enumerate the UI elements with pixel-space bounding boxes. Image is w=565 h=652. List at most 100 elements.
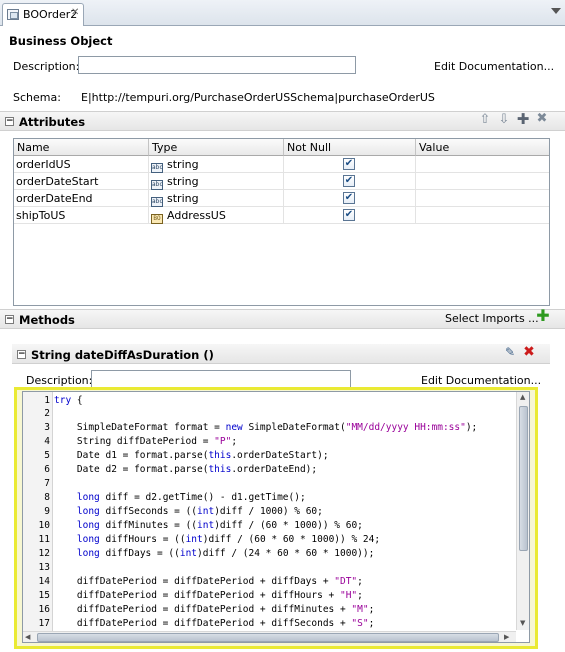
line-number: 7	[44, 478, 50, 489]
horizontal-scroll-thumb[interactable]	[37, 633, 499, 642]
attribute-name[interactable]: orderIdUS	[14, 156, 149, 172]
attribute-value[interactable]	[416, 190, 549, 206]
table-row[interactable]: orderDateStart abc string ✔	[14, 173, 549, 190]
scroll-down-arrow-icon[interactable]: ▼	[520, 619, 525, 627]
attribute-value[interactable]	[416, 173, 549, 189]
tab-title: BOOrder2	[23, 8, 78, 21]
line-number: 16	[38, 604, 50, 615]
attribute-name[interactable]: orderDateEnd	[14, 190, 149, 206]
attribute-type[interactable]: abc string	[149, 190, 284, 207]
methods-title: Methods	[19, 313, 75, 327]
line-number: 10	[38, 520, 50, 531]
code-line[interactable]: long diffDays = ((int)diff / (24 * 60 * …	[54, 547, 374, 560]
line-number: 8	[44, 492, 50, 503]
method-edit-documentation-link[interactable]: Edit Documentation...	[421, 374, 541, 387]
not-null-checkbox[interactable]: ✔	[343, 158, 355, 170]
code-line[interactable]: long diffSeconds = ((int)diff / 1000) % …	[54, 505, 323, 518]
scroll-right-arrow-icon[interactable]: ▶	[504, 633, 509, 641]
table-row[interactable]: shipToUS BO AddressUS ✔	[14, 207, 549, 224]
move-down-icon[interactable]: ⇩	[497, 113, 511, 127]
table-row[interactable]: orderIdUS abc string ✔	[14, 156, 549, 173]
string-type-icon: abc	[151, 180, 163, 190]
scroll-up-arrow-icon[interactable]: ▲	[520, 393, 525, 401]
description-label: Description:	[13, 60, 80, 73]
attributes-table: Name Type Not Null Value orderIdUS abc st…	[13, 138, 550, 306]
line-number: 5	[44, 450, 50, 461]
attribute-type-label: string	[167, 158, 199, 171]
code-line[interactable]: String diffDatePeriod = "P";	[54, 435, 237, 448]
code-line[interactable]: diffDatePeriod = diffDatePeriod + diffSe…	[54, 617, 374, 630]
code-line[interactable]: long diffMinutes = ((int)diff / (60 * 10…	[54, 519, 363, 532]
method-collapse-icon[interactable]: −	[17, 350, 26, 359]
tab-close-icon[interactable]: ✕	[71, 7, 79, 18]
add-method-icon[interactable]: ✚	[536, 308, 550, 324]
editor-horizontal-scrollbar[interactable]: ◀ ▶	[23, 631, 516, 642]
line-number-gutter: 1 2 3 4 5 6 7 8 9 10 11 12 13 14 15 16 1…	[23, 392, 53, 632]
move-up-icon[interactable]: ⇧	[478, 113, 492, 127]
vertical-scroll-thumb[interactable]	[519, 406, 528, 551]
methods-collapse-icon[interactable]: −	[5, 315, 14, 324]
not-null-checkbox[interactable]: ✔	[343, 192, 355, 204]
attribute-type-label: AddressUS	[167, 209, 226, 222]
code-line[interactable]: SimpleDateFormat format = new SimpleDate…	[54, 421, 477, 434]
not-null-checkbox[interactable]: ✔	[343, 175, 355, 187]
add-attribute-icon[interactable]: ✚	[516, 112, 530, 127]
edit-documentation-link[interactable]: Edit Documentation...	[434, 60, 554, 73]
attribute-type-label: string	[167, 175, 199, 188]
line-number: 9	[44, 506, 50, 517]
line-number: 6	[44, 464, 50, 475]
code-line[interactable]: Date d2 = format.parse(this.orderDateEnd…	[54, 463, 317, 476]
attribute-type-label: string	[167, 192, 199, 205]
attribute-name[interactable]: shipToUS	[14, 207, 149, 223]
attribute-name[interactable]: orderDateStart	[14, 173, 149, 189]
column-header-value[interactable]: Value	[416, 139, 549, 156]
code-line[interactable]: diffDatePeriod = diffDatePeriod + diffHo…	[54, 589, 363, 602]
line-number: 2	[44, 408, 50, 419]
code-line[interactable]: long diffHours = ((int)diff / (60 * 60 *…	[54, 533, 380, 546]
attribute-type[interactable]: BO AddressUS	[149, 207, 284, 224]
table-row[interactable]: orderDateEnd abc string ✔	[14, 190, 549, 207]
business-object-title: Business Object	[9, 34, 113, 48]
code-line[interactable]: diffDatePeriod = diffDatePeriod + diffDa…	[54, 575, 363, 588]
code-line[interactable]: Date d1 = format.parse(this.orderDateSta…	[54, 449, 329, 462]
attributes-title: Attributes	[19, 115, 86, 129]
string-type-icon: abc	[151, 197, 163, 207]
attribute-type[interactable]: abc string	[149, 173, 284, 190]
schema-value: E|http://tempuri.org/PurchaseOrderUSSche…	[81, 91, 435, 104]
line-number: 4	[44, 436, 50, 447]
tab-boorder2[interactable]: BOOrder2 ✕	[2, 3, 84, 26]
business-object-file-icon	[7, 9, 19, 20]
scroll-left-arrow-icon[interactable]: ◀	[25, 633, 30, 641]
window-menu-chevron-icon[interactable]	[551, 8, 561, 14]
delete-method-icon[interactable]: ✖	[522, 345, 536, 359]
column-header-name[interactable]: Name	[14, 139, 149, 156]
select-imports-link[interactable]: Select Imports ...	[445, 312, 539, 325]
code-line[interactable]: try {	[54, 394, 83, 407]
attribute-type[interactable]: abc string	[149, 156, 284, 173]
line-number: 12	[38, 548, 50, 559]
description-field[interactable]	[78, 56, 356, 74]
string-type-icon: abc	[151, 163, 163, 173]
column-header-type[interactable]: Type	[149, 139, 284, 156]
line-number: 17	[38, 618, 50, 629]
code-line[interactable]: diffDatePeriod = diffDatePeriod + diffMi…	[54, 603, 374, 616]
attribute-value[interactable]	[416, 156, 549, 172]
editor-tab-bar: BOOrder2 ✕	[0, 0, 565, 26]
method-description-label: Description:	[26, 374, 93, 387]
attributes-collapse-icon[interactable]: −	[5, 117, 14, 126]
column-header-not-null[interactable]: Not Null	[284, 139, 416, 156]
not-null-checkbox[interactable]: ✔	[343, 209, 355, 221]
code-editor[interactable]: 1 2 3 4 5 6 7 8 9 10 11 12 13 14 15 16 1…	[22, 391, 530, 643]
editor-vertical-scrollbar[interactable]: ▲ ▼	[516, 392, 529, 630]
line-number: 13	[38, 562, 50, 573]
method-signature: String dateDiffAsDuration ()	[31, 348, 214, 362]
schema-label: Schema:	[13, 91, 61, 104]
code-line[interactable]: long diff = d2.getTime() - d1.getTime();	[54, 491, 306, 504]
line-number: 14	[38, 576, 50, 587]
edit-method-icon[interactable]: ✎	[503, 345, 517, 359]
delete-attribute-icon[interactable]: ✖	[535, 112, 549, 126]
line-number: 1	[44, 395, 50, 406]
method-description-field[interactable]	[91, 370, 351, 388]
line-number: 15	[38, 590, 50, 601]
attribute-value[interactable]	[416, 207, 549, 223]
